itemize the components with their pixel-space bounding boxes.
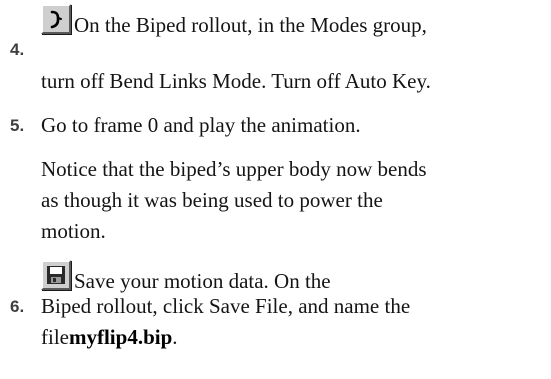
step-6-line1: Save your motion data. On the — [74, 269, 331, 293]
note-line3: motion. — [41, 219, 106, 243]
instruction-page: 4. On the Biped rollout, in the Modes gr… — [0, 0, 551, 379]
step-6-line3: filemyflip4.bip. — [41, 322, 178, 353]
step-5-line1: Go to frame 0 and play the animation. — [41, 113, 361, 137]
bend-links-mode-icon — [41, 4, 71, 34]
filename: myflip4.bip — [68, 325, 173, 349]
note-line2: as though it was being used to power the — [41, 188, 383, 212]
step-6-line2: Biped rollout, click Save File, and name… — [41, 294, 411, 318]
note-line1: Notice that the biped’s upper body now b… — [41, 157, 427, 181]
save-file-icon — [41, 260, 71, 290]
line-end-period: . — [172, 325, 178, 349]
step-4-line2: turn off Bend Links Mode. Turn off Auto … — [41, 69, 431, 93]
step-number: 5. — [10, 116, 25, 135]
step-number: 4. — [10, 40, 25, 59]
step-4-line1: On the Biped rollout, in the Modes group… — [74, 13, 427, 37]
step-4-text: On the Biped rollout, in the Modes group… — [41, 4, 427, 41]
step-number: 6. — [10, 297, 25, 316]
file-prefix: file — [41, 325, 69, 349]
